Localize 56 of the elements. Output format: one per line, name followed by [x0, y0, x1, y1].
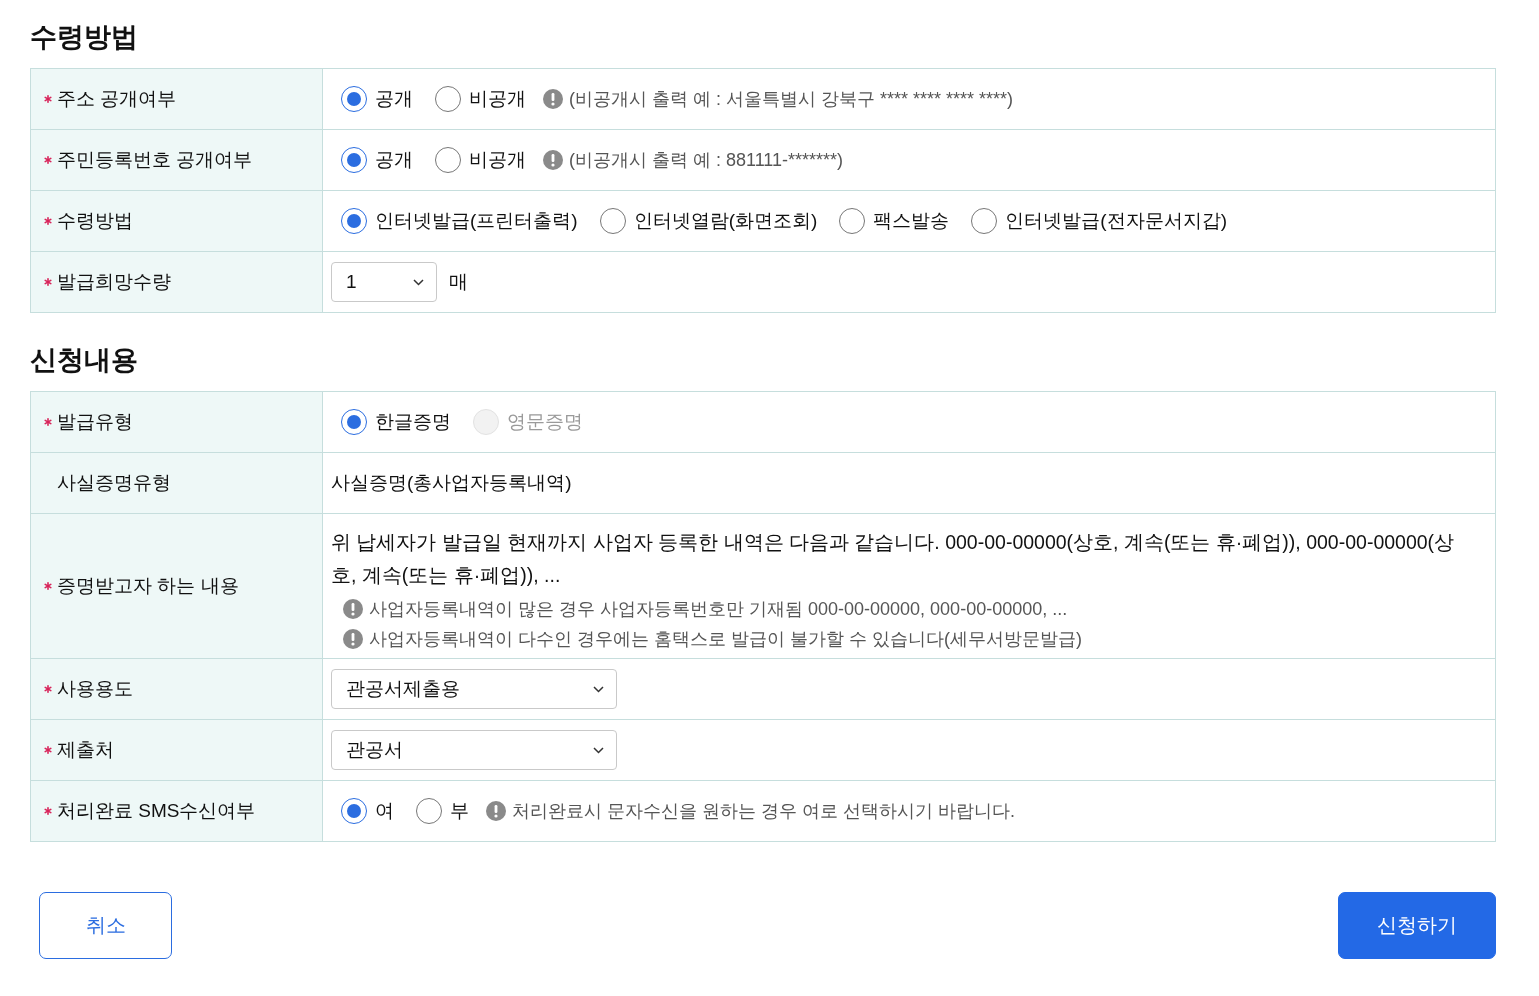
info-icon	[343, 599, 363, 619]
radio-button[interactable]	[971, 208, 998, 234]
hint-text: 처리완료시 문자수신을 원하는 경우 여로 선택하시기 바랍니다.	[512, 800, 1015, 823]
field-value: 사실증명(총사업자등록내역)	[331, 471, 572, 495]
option-label[interactable]: 인터넷발급(전자문서지갑)	[1005, 208, 1227, 234]
info-icon	[486, 801, 506, 821]
caret-icon	[593, 685, 604, 693]
field-label: 제출처	[57, 738, 114, 762]
field-label: 주소 공개여부	[57, 87, 177, 111]
caret-icon	[593, 746, 604, 754]
option-label[interactable]: 비공개	[469, 86, 526, 112]
radio-button[interactable]	[416, 798, 442, 824]
field-label: 처리완료 SMS수신여부	[57, 799, 256, 823]
field-label: 발급유형	[57, 410, 133, 434]
radio-button[interactable]	[341, 147, 367, 173]
dropdown-select[interactable]: 관공서제출용	[331, 669, 617, 709]
radio-button[interactable]	[599, 208, 626, 234]
radio-button[interactable]	[341, 208, 367, 234]
caret-icon	[413, 278, 424, 286]
field-label: 주민등록번호 공개여부	[57, 148, 253, 172]
radio-button[interactable]	[839, 208, 866, 234]
dropdown-select[interactable]: 1	[331, 262, 437, 302]
info-icon	[543, 150, 563, 170]
field-label: 발급희망수량	[57, 270, 171, 294]
radio-button[interactable]	[341, 409, 367, 435]
hint-text: 사업자등록내역이 다수인 경우에는 홈택스로 발급이 불가할 수 있습니다(세무서방문발급)	[369, 628, 1082, 651]
option-label[interactable]: 팩스발송	[873, 208, 950, 234]
field-label: 수령방법	[57, 209, 133, 233]
certificate-content-text: 위 납세자가 발급일 현재까지 사업자 등록한 내역은 다음과 같습니다. 000-00-00000(상호, 계속(또는 휴·폐업)), 000-00-00000(상호, 계속(또는 휴·폐업)), ...	[331, 530, 1456, 588]
radio-button[interactable]	[435, 147, 461, 173]
option-label[interactable]: 한글증명	[375, 409, 451, 435]
info-icon	[543, 89, 563, 109]
hint-text: (비공개시 출력 예 : 서울특별시 강북구 **** **** **** ****)	[569, 88, 1014, 111]
field-label: 사실증명유형	[57, 471, 171, 495]
submit-button[interactable]: 신청하기	[1338, 892, 1496, 959]
option-label[interactable]: 인터넷열람(화면조회)	[633, 208, 818, 234]
cancel-button[interactable]: 취소	[39, 892, 172, 959]
info-icon	[343, 629, 363, 649]
section-title: 신청내용	[30, 344, 139, 377]
option-label: 영문증명	[507, 410, 583, 434]
field-label: 증명받고자 하는 내용	[57, 574, 239, 598]
option-label[interactable]: 공개	[375, 86, 413, 112]
dropdown-select[interactable]: 관공서	[331, 730, 617, 770]
radio-button[interactable]	[341, 798, 367, 824]
radio-button[interactable]	[435, 86, 461, 112]
field-label: 사용용도	[57, 677, 133, 701]
option-label[interactable]: 공개	[375, 147, 413, 173]
section-title: 수령방법	[30, 21, 139, 54]
option-label[interactable]: 부	[450, 798, 469, 824]
hint-text: 사업자등록내역이 많은 경우 사업자등록번호만 기재됨 000-00-00000, 000-00-00000, ...	[369, 598, 1068, 621]
radio-button[interactable]	[341, 86, 367, 112]
hint-text: (비공개시 출력 예 : 881111-*******)	[569, 149, 844, 172]
option-label[interactable]: 비공개	[469, 147, 526, 173]
unit-label: 매	[449, 270, 468, 294]
option-label[interactable]: 여	[375, 798, 394, 824]
option-label[interactable]: 인터넷발급(프린터출력)	[375, 208, 578, 234]
